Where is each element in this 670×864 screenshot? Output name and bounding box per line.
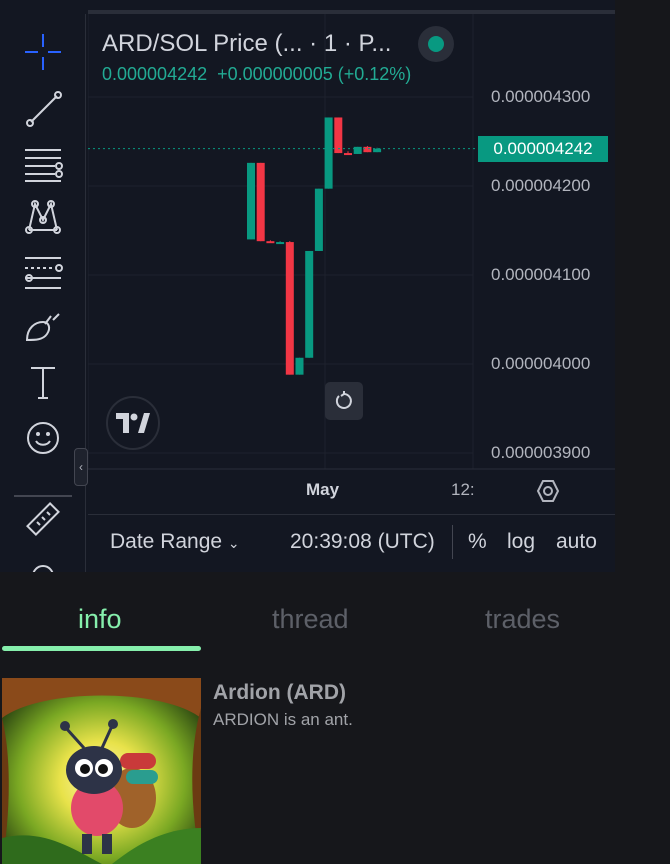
date-range-label: Date Range (110, 530, 223, 553)
candle-body (324, 117, 333, 189)
coin-name: Ardion (ARD) (213, 681, 346, 704)
legend-last-value: 0.000004242 (102, 64, 208, 84)
candle-body (295, 357, 304, 375)
candle-body (344, 153, 352, 156)
log-scale-button[interactable]: log (507, 530, 535, 554)
reset-chart-icon[interactable] (325, 382, 363, 420)
candle-body (247, 162, 255, 240)
tab-thread[interactable]: thread (272, 604, 349, 635)
ruler-icon[interactable] (18, 498, 68, 542)
brush-icon[interactable] (18, 304, 68, 348)
bottom-bar-divider (452, 525, 453, 559)
price-scale-label: 0.000004100 (491, 265, 591, 284)
info-tabs: info thread trades (0, 598, 670, 654)
auto-scale-button[interactable]: auto (556, 530, 597, 554)
more-tools-icon[interactable] (18, 554, 68, 572)
price-scale-label: 0.000004300 (491, 87, 591, 106)
status-dot-icon (428, 36, 444, 52)
fib-retracement-icon[interactable] (18, 142, 68, 186)
tradingview-logo-icon[interactable] (106, 396, 160, 450)
candle-body (314, 188, 323, 251)
candle-body (353, 146, 362, 154)
coin-description: ARDION is an ant. (213, 710, 353, 729)
drawing-toolbar (0, 14, 86, 572)
market-status-indicator[interactable] (418, 26, 454, 62)
utc-clock[interactable]: 20:39:08 (UTC) (290, 530, 435, 554)
chart-legend-values: 0.000004242 +0.000000005 (+0.12%) (102, 64, 421, 85)
legend-change: +0.000000005 (+0.12%) (217, 64, 412, 84)
candle-body (276, 242, 285, 245)
active-tab-indicator (2, 646, 201, 651)
chart-bottom-bar: Date Range ⌄ 20:39:08 (UTC) % log auto (88, 514, 615, 572)
toolbar-divider (14, 495, 72, 497)
date-range-button[interactable]: Date Range ⌄ (110, 530, 240, 554)
text-icon[interactable] (18, 360, 68, 404)
app-root: ‹ ARD/SOL Price (... · 1 · P... 0.000004… (0, 0, 670, 864)
candle-body (363, 146, 372, 153)
emoji-icon[interactable] (18, 416, 68, 460)
candle-body (285, 242, 294, 375)
time-scale-label: May (306, 480, 340, 499)
coin-image (2, 678, 201, 864)
chart-legend-title[interactable]: ARD/SOL Price (... · 1 · P... (102, 30, 391, 58)
chart-settings-icon[interactable] (535, 478, 561, 504)
crosshair-icon[interactable] (18, 30, 68, 74)
prediction-icon[interactable] (18, 250, 68, 294)
price-scale-label: 0.000004000 (491, 354, 591, 373)
time-scale-label: 12: (451, 480, 475, 499)
trend-line-icon[interactable] (18, 86, 68, 130)
collapse-toolbar-button[interactable]: ‹ (74, 448, 88, 486)
current-price-label: 0.000004242 (478, 136, 608, 162)
tab-info[interactable]: info (78, 604, 122, 635)
chevron-down-icon: ⌄ (227, 535, 240, 551)
chart-panel: ‹ ARD/SOL Price (... · 1 · P... 0.000004… (0, 0, 615, 572)
price-scale-label: 0.000003900 (491, 443, 591, 462)
percent-scale-button[interactable]: % (468, 530, 487, 554)
price-scale-label: 0.000004200 (491, 176, 591, 195)
candle-body (266, 241, 275, 244)
candle-body (334, 117, 343, 154)
candle-body (305, 250, 314, 358)
candle-body (373, 148, 382, 153)
pattern-icon[interactable] (18, 194, 68, 238)
tab-trades[interactable]: trades (485, 604, 560, 635)
candle-body (256, 162, 265, 242)
